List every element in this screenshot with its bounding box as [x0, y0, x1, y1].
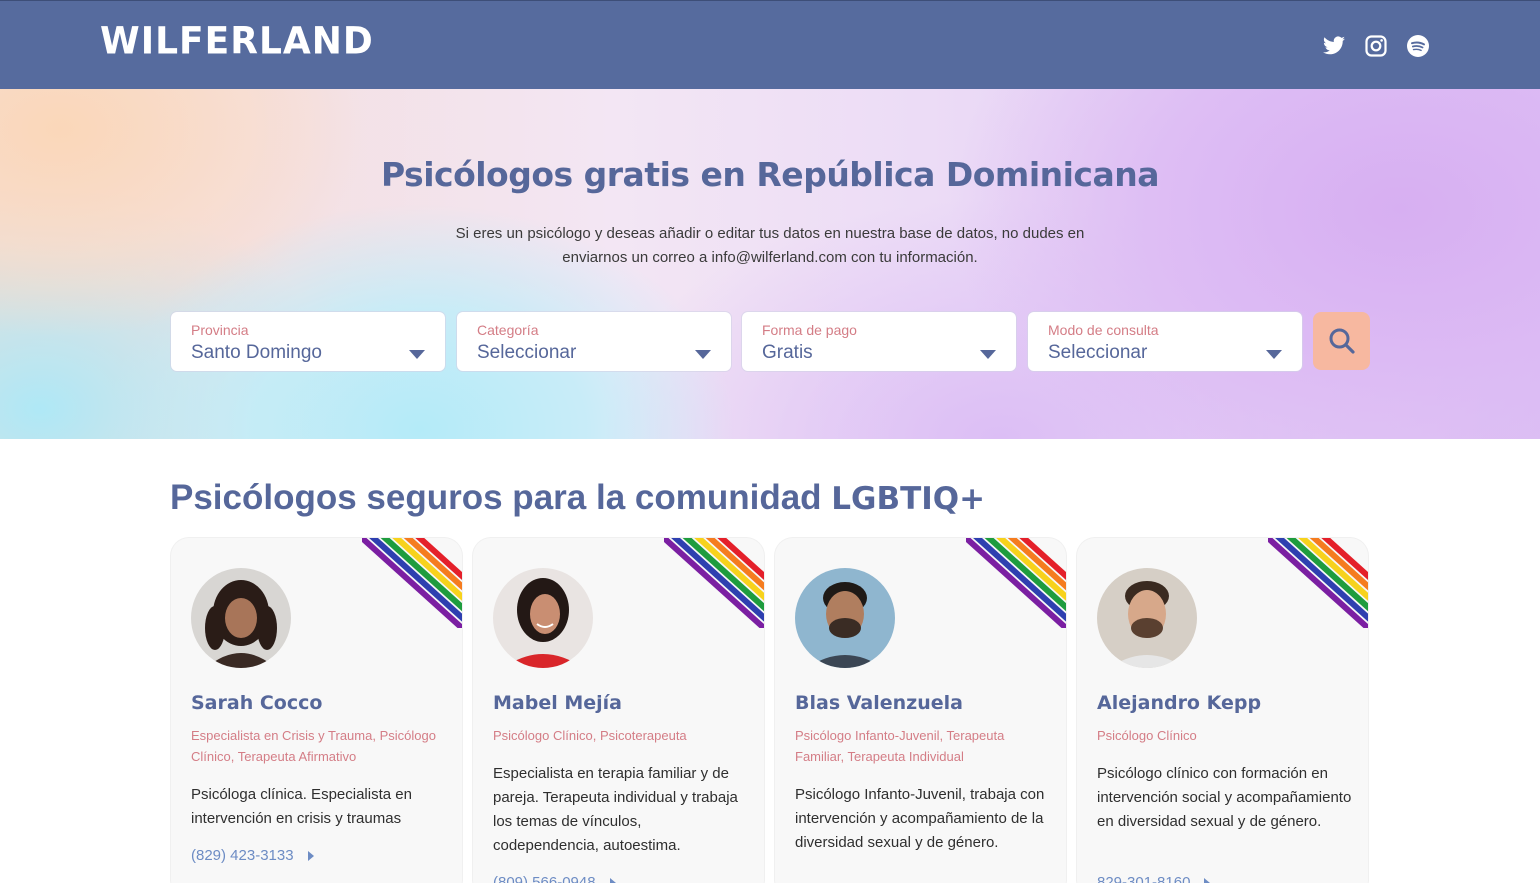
psychologist-card[interactable]: Blas Valenzuela Psicólogo Infanto-Juveni… — [775, 538, 1066, 883]
payment-method-select[interactable]: Forma de pago Gratis — [742, 312, 1016, 371]
caret-right-icon — [307, 850, 314, 861]
twitter-icon[interactable] — [1321, 33, 1347, 59]
avatar — [1097, 568, 1197, 668]
hero-subtitle-line-1: Si eres un psicólogo y deseas añadir o e… — [455, 225, 1085, 242]
rainbow-flag-ribbon — [362, 538, 462, 628]
consultation-mode-select[interactable]: Modo de consulta Seleccionar — [1028, 312, 1302, 371]
psychologist-card[interactable]: Sarah Cocco Especialista en Crisis y Tra… — [171, 538, 462, 883]
avatar — [795, 568, 895, 668]
psychologist-specialties: Psicólogo Infanto-Juvenil, Terapeuta Fam… — [795, 728, 1005, 764]
psychologist-card[interactable]: Alejandro Kepp Psicólogo Clínico Psicólo… — [1077, 538, 1368, 883]
chevron-down-icon — [980, 350, 996, 359]
section-title: Psicólogos seguros para la comunidad LGB… — [170, 478, 985, 518]
psychologist-specialties: Especialista en Crisis y Trauma, Psicólo… — [191, 728, 436, 764]
psychologist-description: Especialista en terapia familiar y de pa… — [493, 765, 738, 854]
category-select[interactable]: Categoría Seleccionar — [457, 312, 731, 371]
phone-number: 829-301-8160 — [1097, 874, 1191, 883]
psychologist-description: Psicólogo clínico con formación en inter… — [1097, 765, 1352, 830]
psychologist-name: Mabel Mejía — [493, 692, 622, 714]
caret-right-icon — [609, 877, 616, 883]
psychologist-card[interactable]: Mabel Mejía Psicólogo Clínico, Psicotera… — [473, 538, 764, 883]
hero-subtitle: Si eres un psicólogo y deseas añadir o e… — [440, 222, 1100, 270]
phone-link[interactable]: 829-301-8160 — [1097, 874, 1211, 883]
psychologist-description: Psicólogo Infanto-Juvenil, trabaja con i… — [795, 786, 1045, 851]
top-navbar: WILFERLAND — [0, 0, 1540, 89]
phone-link[interactable]: (829) 423-3133 — [191, 847, 314, 864]
spotify-icon[interactable] — [1405, 33, 1431, 59]
hero-subtitle-line-2: enviarnos un correo a info@wilferland.co… — [562, 249, 978, 266]
chevron-down-icon — [695, 350, 711, 359]
province-value: Santo Domingo — [191, 342, 322, 363]
province-label: Provincia — [191, 322, 249, 338]
page-title: Psicólogos gratis en República Dominican… — [380, 155, 1160, 194]
chevron-down-icon — [1266, 350, 1282, 359]
psychologist-name: Sarah Cocco — [191, 692, 323, 714]
payment-method-value: Gratis — [762, 342, 813, 363]
psychologist-description: Psicóloga clínica. Especialista en inter… — [191, 786, 412, 827]
avatar — [191, 568, 291, 668]
search-icon — [1329, 328, 1355, 354]
psychologist-name: Alejandro Kepp — [1097, 692, 1262, 714]
rainbow-flag-ribbon — [1268, 538, 1368, 628]
psychologist-name: Blas Valenzuela — [795, 692, 963, 714]
payment-method-label: Forma de pago — [762, 322, 857, 338]
rainbow-flag-ribbon — [966, 538, 1066, 628]
province-select[interactable]: Provincia Santo Domingo — [171, 312, 445, 371]
avatar — [493, 568, 593, 668]
psychologist-specialties: Psicólogo Clínico, Psicoterapeuta — [493, 728, 687, 743]
section-title-text: Psicólogos seguros para la comunidad — [170, 478, 822, 517]
consultation-mode-label: Modo de consulta — [1048, 322, 1159, 338]
category-label: Categoría — [477, 322, 539, 338]
phone-number: (809) 566-0948 — [493, 874, 596, 883]
category-value: Seleccionar — [477, 342, 577, 363]
caret-right-icon — [1204, 877, 1211, 883]
chevron-down-icon — [409, 350, 425, 359]
psychologist-specialties: Psicólogo Clínico — [1097, 728, 1197, 743]
rainbow-flag-ribbon — [664, 538, 764, 628]
phone-link[interactable]: (809) 566-0948 — [493, 874, 616, 883]
phone-number: (829) 423-3133 — [191, 847, 294, 864]
site-logo[interactable]: WILFERLAND — [100, 20, 374, 63]
search-button[interactable] — [1313, 312, 1370, 370]
instagram-icon[interactable] — [1363, 33, 1389, 59]
section-title-bold: LGBTIQ+ — [831, 481, 986, 517]
consultation-mode-value: Seleccionar — [1048, 342, 1148, 363]
